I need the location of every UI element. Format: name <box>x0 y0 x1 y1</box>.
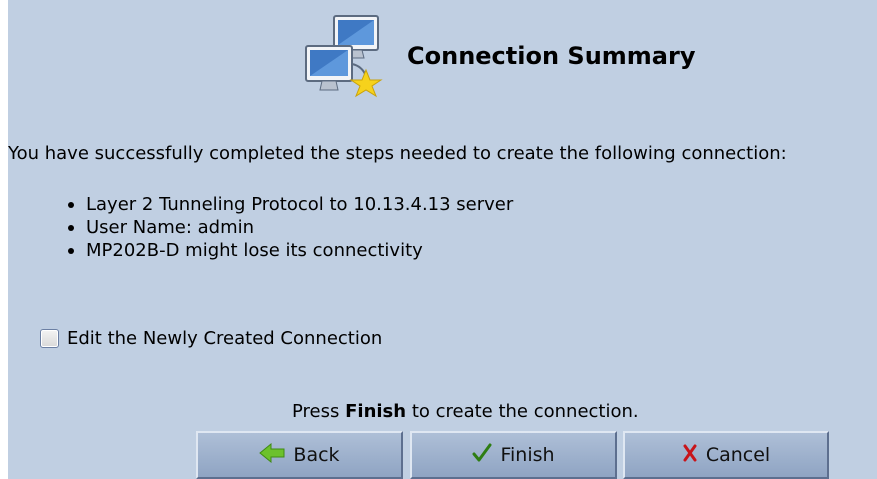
back-button[interactable]: Back <box>196 431 403 479</box>
list-item: MP202B-D might lose its connectivity <box>64 239 513 262</box>
summary-intro: You have successfully completed the step… <box>8 143 787 164</box>
back-button-label: Back <box>293 444 340 466</box>
page-title: Connection Summary <box>407 42 696 70</box>
finish-button[interactable]: Finish <box>410 431 617 479</box>
instruction-prefix: Press <box>292 401 346 422</box>
list-item: Layer 2 Tunneling Protocol to 10.13.4.13… <box>64 193 513 216</box>
wizard-panel: Connection Summary You have successfully… <box>8 0 877 479</box>
edit-connection-checkbox[interactable] <box>40 329 59 348</box>
edit-connection-option[interactable]: Edit the Newly Created Connection <box>40 328 382 349</box>
instruction-suffix: to create the connection. <box>406 401 639 422</box>
x-mark-icon <box>682 444 698 466</box>
network-computers-star-icon <box>300 6 390 98</box>
instruction-bold: Finish <box>345 401 407 422</box>
cancel-button-label: Cancel <box>705 444 771 466</box>
page-header: Connection Summary <box>300 2 780 122</box>
cancel-button[interactable]: Cancel <box>623 431 829 479</box>
back-arrow-icon <box>259 442 285 467</box>
edit-connection-label: Edit the Newly Created Connection <box>67 328 383 349</box>
checkmark-icon <box>472 443 492 467</box>
finish-instruction: Press Finish to create the connection. <box>292 401 639 422</box>
finish-button-label: Finish <box>500 444 555 466</box>
summary-list: Layer 2 Tunneling Protocol to 10.13.4.13… <box>64 193 513 262</box>
list-item: User Name: admin <box>64 216 513 239</box>
